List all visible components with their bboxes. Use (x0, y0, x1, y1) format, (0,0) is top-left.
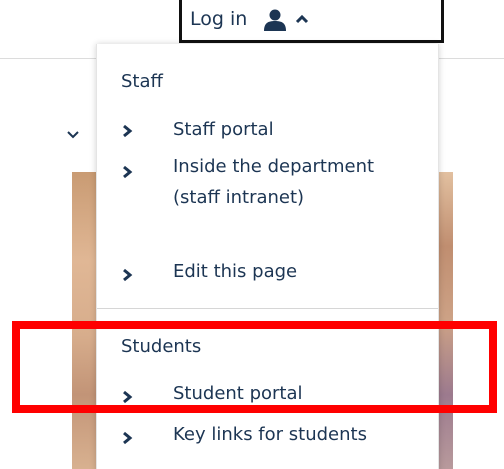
section-heading-staff: Staff (121, 71, 163, 92)
caret-up-icon (295, 14, 309, 24)
menu-item-label: Inside the department (staff intranet) (173, 156, 375, 208)
chevron-right-icon (123, 268, 133, 282)
chevron-right-icon (123, 165, 133, 179)
login-label[interactable]: Log in (190, 8, 247, 30)
chevron-right-icon (123, 124, 133, 138)
section-divider (97, 308, 438, 309)
menu-item-label: Edit this page (173, 261, 298, 282)
chevron-down-icon[interactable] (66, 130, 80, 140)
chevron-right-icon (123, 431, 133, 445)
user-icon (264, 9, 286, 31)
menu-item-staff-portal[interactable]: Staff portal (121, 114, 421, 145)
menu-item-label: Staff portal (173, 119, 274, 140)
highlight-box (12, 321, 497, 413)
menu-item-key-links-students[interactable]: Key links for students (121, 419, 421, 450)
menu-item-label: Key links for students (173, 424, 367, 445)
menu-item-edit-page[interactable]: Edit this page (121, 256, 421, 287)
menu-item-inside-department[interactable]: Inside the department (staff intranet) (121, 151, 421, 244)
